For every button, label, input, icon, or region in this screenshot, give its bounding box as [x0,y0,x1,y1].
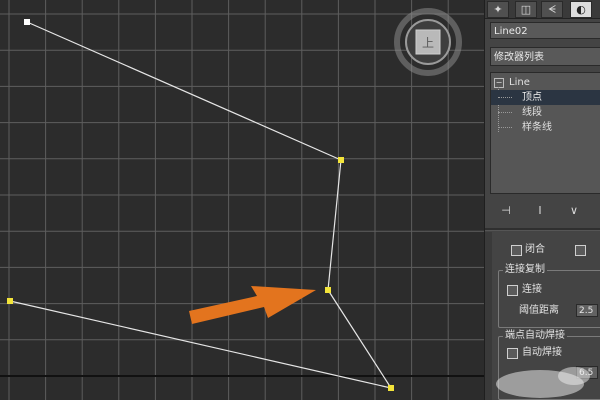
stack-toolbar: ⊣ Ⅰ ∨ [485,198,600,224]
hierarchy-tab-icon[interactable]: ᗕ [541,1,563,18]
stack-item-vertex[interactable]: 顶点 [491,90,600,105]
connect-copy-group [498,270,600,328]
stack-item-label: Line [509,77,530,88]
auto-weld-label: 自动焊接 [522,347,562,358]
viewport-grid [0,0,484,400]
stack-item-label: 样条线 [522,122,552,133]
stack-item-label: 线段 [522,107,542,118]
viewcube[interactable]: 上 [394,8,462,76]
annotation-arrow-icon [189,286,316,324]
stack-item-spline[interactable]: 样条线 [491,120,600,135]
second-checkbox[interactable] [575,245,586,256]
modifier-list-dropdown[interactable]: 修改器列表 [490,47,600,66]
collapse-icon[interactable]: − [494,78,504,88]
motion-tab-icon[interactable]: ◐ [570,1,592,18]
connect-checkbox[interactable] [507,285,518,296]
viewport-canvas[interactable]: 上 [0,0,484,400]
threshold-spinner[interactable]: 2.5 [576,304,598,317]
spline-segment[interactable] [327,289,392,389]
connect-copy-title: 连接复制 [503,264,547,276]
top-viewport[interactable]: 上 [0,0,484,400]
command-panel-tabs: ✦ ◫ ᗕ ◐ [485,0,600,19]
threshold-label: 阈值距离 [519,305,559,316]
spline-first-vertex[interactable] [24,19,30,25]
modifier-stack: − Line 顶点 线段 样条线 [490,72,600,194]
stack-item-line[interactable]: − Line [491,75,600,90]
command-panel: ✦ ◫ ᗕ ◐ Line02 修改器列表 − Line 顶点 线段 样条线 ⊣ … [484,0,600,400]
spline-segment[interactable] [327,159,342,291]
viewcube-face-label: 上 [422,36,434,50]
app-window: 上 ✦ ◫ ᗕ ◐ Line02 修改器列表 − Line 顶点 线段 样条线 … [0,0,600,400]
spline-vertex-selected[interactable] [325,287,331,293]
stack-item-segment[interactable]: 线段 [491,105,600,120]
rollout-scrollbar[interactable] [485,232,492,400]
connect-label: 连接 [522,284,542,295]
endpoint-weld-title: 端点自动焊接 [503,330,567,342]
make-unique-icon[interactable]: ∨ [565,203,583,219]
stack-item-label: 顶点 [522,92,542,103]
close-checkbox[interactable] [511,245,522,256]
panel-divider [485,228,600,231]
object-name-field[interactable]: Line02 [490,22,600,39]
spline-vertex[interactable] [7,298,13,304]
pin-stack-icon[interactable]: ⊣ [497,203,515,219]
weld-threshold-spinner[interactable]: 6.5 [576,366,598,379]
spline-vertex[interactable] [338,157,344,163]
auto-weld-checkbox[interactable] [507,348,518,359]
spline-segment[interactable] [26,21,342,161]
show-end-result-icon[interactable]: Ⅰ [531,203,549,219]
modify-tab-icon[interactable]: ◫ [515,1,537,18]
create-tab-icon[interactable]: ✦ [487,1,509,18]
spline-vertex[interactable] [388,385,394,391]
close-label: 闭合 [525,244,545,255]
